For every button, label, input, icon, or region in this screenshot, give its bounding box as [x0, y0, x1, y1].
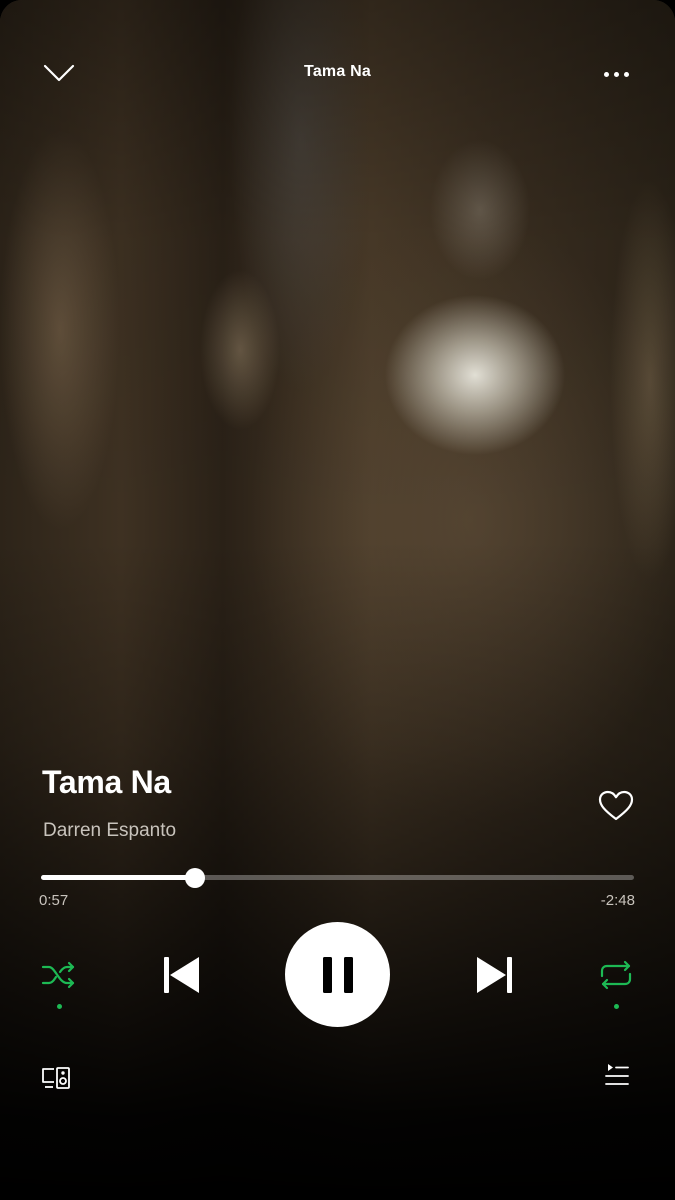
more-options-icon — [603, 71, 609, 77]
connect-devices-icon — [42, 1067, 70, 1089]
pause-icon — [322, 956, 353, 993]
heart-icon — [598, 790, 634, 821]
shuffle-active-indicator — [57, 1004, 62, 1009]
queue-icon — [605, 1064, 629, 1085]
time-remaining: -2:48 — [600, 892, 635, 909]
queue-button[interactable] — [601, 1060, 633, 1092]
skip-previous-icon — [164, 957, 199, 993]
pause-button[interactable] — [285, 922, 390, 1027]
previous-button[interactable] — [156, 950, 206, 1000]
connect-devices-button[interactable] — [38, 1062, 74, 1094]
skip-next-icon — [477, 957, 512, 993]
like-button[interactable] — [594, 784, 638, 828]
progress-bar[interactable] — [41, 866, 634, 890]
now-playing-screen: Tama Na Tama Na Darren Espanto 0:57 -2:4… — [0, 0, 675, 1200]
header-title: Tama Na — [304, 63, 371, 80]
shuffle-icon — [41, 961, 75, 989]
track-artist[interactable]: Darren Espanto — [43, 820, 176, 842]
progress-handle[interactable] — [185, 868, 206, 888]
progress-fill — [41, 875, 196, 880]
header: Tama Na — [0, 0, 675, 140]
track-title: Tama Na — [42, 764, 171, 800]
next-button[interactable] — [470, 950, 520, 1000]
repeat-button[interactable] — [593, 952, 639, 998]
shuffle-button[interactable] — [36, 952, 82, 998]
repeat-icon — [600, 960, 632, 990]
repeat-active-indicator — [614, 1004, 619, 1009]
time-elapsed: 0:57 — [39, 892, 69, 909]
more-options-button[interactable] — [592, 60, 640, 88]
